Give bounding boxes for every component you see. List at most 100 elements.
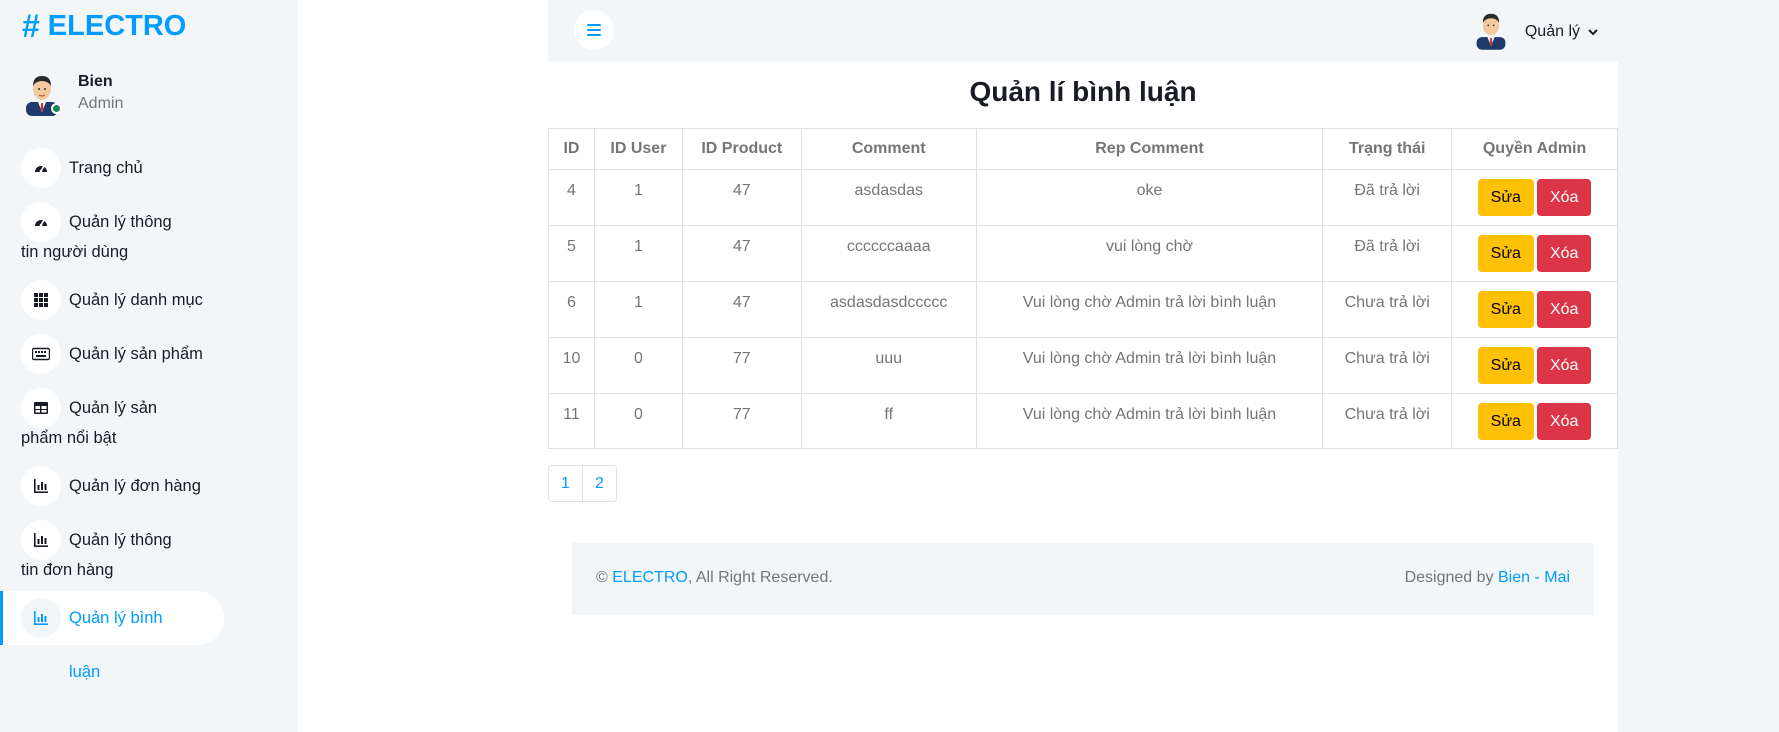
cell-id-user: 0 — [593, 393, 683, 449]
delete-button[interactable]: Xóa — [1536, 403, 1592, 440]
delete-button[interactable]: Xóa — [1536, 291, 1592, 328]
cell-rep-comment: vui lòng chờ — [975, 225, 1324, 282]
footer-brand-link[interactable]: ELECTRO — [612, 569, 688, 586]
edit-button[interactable]: Sửa — [1477, 179, 1534, 216]
cell-id-user: 1 — [593, 281, 683, 338]
table-header-row: ID ID User ID Product Comment Rep Commen… — [548, 128, 1618, 170]
tachometer-icon — [21, 202, 61, 242]
cell-status: Đã trả lời — [1322, 225, 1453, 282]
hash-icon: # — [22, 8, 40, 44]
delete-button[interactable]: Xóa — [1536, 235, 1592, 272]
delete-button[interactable]: Xóa — [1536, 179, 1592, 216]
hamburger-icon — [587, 24, 601, 36]
cell-rep-comment: Vui lòng chờ Admin trả lời bình luận — [975, 281, 1324, 338]
cell-rep-comment: Vui lòng chờ Admin trả lời bình luận — [975, 337, 1324, 394]
edit-button[interactable]: Sửa — [1477, 347, 1534, 384]
brand-name: ELECTRO — [47, 10, 187, 42]
delete-button[interactable]: Xóa — [1536, 347, 1592, 384]
online-status-dot — [51, 103, 62, 114]
footer-rights-text: , All Right Reserved. — [687, 569, 833, 586]
page-link-2[interactable]: 2 — [582, 465, 617, 502]
cell-comment: asdasdas — [800, 169, 977, 226]
topbar: Quản lý — [548, 0, 1618, 62]
cell-rep-comment: Vui lòng chờ Admin trả lời bình luận — [975, 393, 1324, 449]
user-avatar — [1473, 8, 1509, 55]
table-row: 11 0 77 ff Vui lòng chờ Admin trả lời bì… — [548, 393, 1618, 449]
cell-id-product: 47 — [681, 225, 802, 282]
grid-icon — [21, 280, 61, 320]
sidebar-item-products[interactable]: Quản lý sản phẩm — [0, 334, 243, 374]
copyright-symbol: © — [596, 569, 608, 586]
sidebar-item-user-info[interactable]: Quản lý thông tin người dùng — [0, 202, 220, 267]
cell-id: 10 — [548, 337, 595, 394]
cell-id-product: 47 — [681, 169, 802, 226]
page-link-1[interactable]: 1 — [548, 465, 583, 502]
designed-by-text: Designed by — [1404, 569, 1494, 586]
cell-id-product: 77 — [681, 337, 802, 394]
cell-status: Chưa trả lời — [1322, 281, 1453, 338]
table-row: 10 0 77 uuu Vui lòng chờ Admin trả lời b… — [548, 337, 1618, 394]
cell-id-user: 1 — [593, 225, 683, 282]
sidebar-item-orders[interactable]: Quản lý đơn hàng — [0, 466, 241, 506]
column-header-id: ID — [548, 128, 595, 170]
cell-id-product: 77 — [681, 393, 802, 449]
sidebar-item-featured-products[interactable]: Quản lý sản phẩm nổi bật — [0, 388, 220, 453]
user-menu-label: Quản lý — [1524, 22, 1580, 40]
cell-id-user: 0 — [593, 337, 683, 394]
cell-id: 6 — [548, 281, 595, 338]
keyboard-icon — [21, 334, 61, 374]
cell-actions: Sửa Xóa — [1451, 337, 1618, 394]
sidebar-item-order-details[interactable]: Quản lý thông tin đơn hàng — [0, 520, 220, 585]
footer-credits: Designed by Bien - Mai — [1405, 569, 1570, 587]
column-header-admin-actions: Quyền Admin — [1451, 128, 1618, 170]
bar-chart-icon — [21, 466, 61, 506]
sidebar-toggle-button[interactable] — [574, 10, 614, 50]
cell-rep-comment: oke — [975, 169, 1324, 226]
cell-status: Đã trả lời — [1322, 169, 1453, 226]
column-header-id-user: ID User — [593, 128, 683, 170]
bar-chart-icon — [21, 598, 61, 638]
cell-actions: Sửa Xóa — [1451, 393, 1618, 449]
sidebar-profile: Bien Admin — [22, 70, 123, 116]
cell-id: 11 — [548, 393, 595, 449]
edit-button[interactable]: Sửa — [1477, 291, 1534, 328]
edit-button[interactable]: Sửa — [1477, 403, 1534, 440]
cell-id-user: 1 — [593, 169, 683, 226]
sidebar: # ELECTRO Bien Admin Trang chủ Quản lý t… — [0, 0, 298, 732]
column-header-status: Trạng thái — [1322, 128, 1453, 170]
footer: © ELECTRO, All Right Reserved. Designed … — [572, 543, 1594, 615]
brand-logo[interactable]: # ELECTRO — [22, 8, 186, 45]
column-header-id-product: ID Product — [681, 128, 802, 170]
column-header-comment: Comment — [800, 128, 977, 170]
table-icon — [21, 388, 61, 428]
bar-chart-icon — [21, 520, 61, 560]
profile-role: Admin — [78, 95, 124, 112]
sidebar-item-comments[interactable]: Quản lý bình luận — [0, 591, 224, 681]
cell-actions: Sửa Xóa — [1451, 225, 1618, 282]
pagination: 1 2 — [548, 465, 617, 502]
cell-id: 4 — [548, 169, 595, 226]
cell-status: Chưa trả lời — [1322, 337, 1453, 394]
table-row: 6 1 47 asdasdasdccccc Vui lòng chờ Admin… — [548, 281, 1618, 338]
page-title: Quản lí bình luận — [969, 76, 1197, 107]
column-header-rep-comment: Rep Comment — [975, 128, 1324, 170]
cell-actions: Sửa Xóa — [1451, 281, 1618, 338]
cell-actions: Sửa Xóa — [1451, 169, 1618, 226]
tachometer-icon — [21, 148, 61, 188]
chevron-down-icon — [1588, 23, 1598, 41]
cell-comment: ff — [800, 393, 977, 449]
cell-comment: asdasdasdccccc — [800, 281, 977, 338]
edit-button[interactable]: Sửa — [1477, 235, 1534, 272]
user-menu-dropdown[interactable]: Quản lý — [1473, 8, 1598, 55]
profile-name: Bien — [78, 73, 113, 90]
cell-id-product: 47 — [681, 281, 802, 338]
table-row: 5 1 47 ccccccaaaa vui lòng chờ Đã trả lờ… — [548, 225, 1618, 282]
designer-link[interactable]: Bien - Mai — [1498, 569, 1570, 586]
footer-copyright: © ELECTRO, All Right Reserved. — [596, 569, 833, 587]
cell-id: 5 — [548, 225, 595, 282]
cell-comment: uuu — [800, 337, 977, 394]
sidebar-item-home[interactable]: Trang chủ — [0, 148, 183, 188]
table-row: 4 1 47 asdasdas oke Đã trả lời Sửa Xóa — [548, 169, 1618, 226]
sidebar-item-categories[interactable]: Quản lý danh mục — [0, 280, 243, 320]
avatar — [22, 70, 62, 116]
